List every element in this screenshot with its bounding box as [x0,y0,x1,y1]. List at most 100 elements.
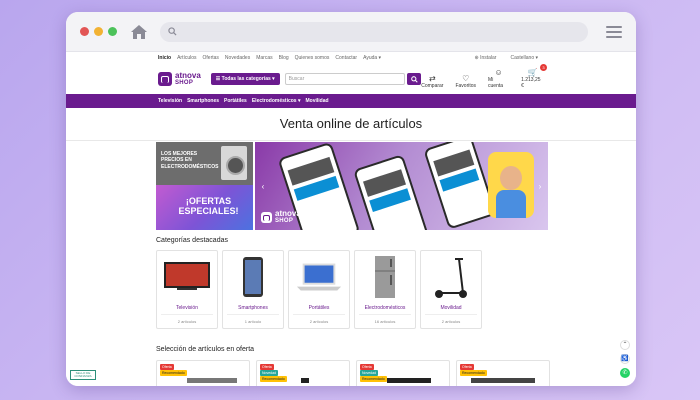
search-icon [168,27,177,36]
smartphone-image [229,255,277,299]
category-name: Movilidad [440,305,462,311]
category-name: Televisión [176,305,198,311]
nav-link-blog[interactable]: Blog [279,55,289,61]
nav-link-quienes-somos[interactable]: Quienes somos [295,55,330,61]
category-card-electrodomesticos[interactable]: Electrodomésticos 16 artículos [354,250,416,329]
favorites-label: Favoritos [455,83,477,89]
hamburger-icon[interactable] [606,23,622,41]
washing-machine-image [221,146,247,180]
logo-icon [158,72,172,86]
category-card-television[interactable]: Televisión 2 artículos [156,250,218,329]
phone-image [352,154,430,230]
slider-logo-line1: atnova [275,209,301,218]
category-navbar: Televisión Smartphones Portátiles Electr… [66,94,636,108]
slider-next-arrow[interactable]: › [535,182,545,192]
category-link-electrodomesticos[interactable]: Electrodomésticos ▾ [252,98,301,104]
category-count: 2 artículos [309,319,329,324]
offers-list: Oferta Recomendado Oferta Novedad Recome… [156,360,550,386]
compare-icon: ⇄ [429,74,436,83]
logo-line1: atnova [175,71,201,80]
appliances-banner[interactable]: LOS MEJORES PRECIOS EN ELECTRODOMÉSTICOS [156,142,253,185]
category-card-smartphones[interactable]: Smartphones 1 artículo [222,250,284,329]
category-link-portatiles[interactable]: Portátiles [224,98,247,104]
accessibility-icon[interactable]: ♿ [620,354,630,364]
search-input[interactable]: Buscar [284,73,406,85]
slider-prev-arrow[interactable]: ‹ [258,182,268,192]
maximize-dot[interactable] [108,27,117,36]
minimize-dot[interactable] [94,27,103,36]
top-navigation: Inicio Artículos Ofertas Novedades Marca… [66,52,636,64]
scroll-up-icon[interactable]: ⌃ [620,340,630,350]
nav-link-ayuda[interactable]: Ayuda ▾ [363,55,381,61]
category-count: 2 artículos [177,319,197,324]
page-title: Venta online de artículos [279,116,423,131]
slider-logo-line2: SHOP [275,218,294,224]
search-icon [410,75,418,83]
tv-image [163,255,211,299]
fridge-image [361,255,409,299]
offer-card[interactable]: Oferta Novedad Recomendado [256,360,350,386]
compare-label: Comparar [421,83,444,89]
special-offers-banner[interactable]: ¡OFERTAS ESPECIALES! [156,185,253,230]
recommended-tag: Recomendado [260,376,287,382]
offers-section-title: Selección de artículos en oferta [156,346,255,353]
nav-link-marcas[interactable]: Marcas [256,55,272,61]
nav-link-articulos[interactable]: Artículos [177,55,196,61]
scooter-image [427,255,475,299]
account-label: Mi cuenta [488,77,504,89]
heart-icon: ♡ [462,74,470,83]
category-name: Electrodomésticos [364,305,406,311]
offer-card[interactable]: Oferta Novedad Recomendado [356,360,450,386]
recommended-tag: Recomendado [360,376,387,382]
nav-link-inicio[interactable]: Inicio [158,55,171,61]
cart-count-badge: 3 [540,64,547,71]
divider [66,140,636,141]
logo-icon [261,211,272,223]
featured-categories: Televisión 2 artículos Smartphones 1 art… [156,250,482,329]
cart-button[interactable]: 🛒 3 1.213,25 € [521,64,547,89]
recommended-tag: Recomendado [160,370,187,376]
category-name: Smartphones [238,305,268,311]
close-dot[interactable] [80,27,89,36]
favorites-button[interactable]: ♡ Favoritos [455,74,477,90]
slider-logo: atnova SHOP [261,210,301,224]
offer-card[interactable]: Oferta Recomendado [156,360,250,386]
recommended-tag: Recomendado [460,370,487,376]
search-button[interactable] [407,73,422,85]
cart-total: 1.213,25 € [521,77,541,89]
whatsapp-icon[interactable]: ✆ [620,368,630,378]
category-count: 2 artículos [441,319,461,324]
browser-window: Inicio Artículos Ofertas Novedades Marca… [66,12,636,386]
special-offers-text: ¡OFERTAS ESPECIALES! [178,196,239,217]
category-count: 1 artículo [244,319,262,324]
category-link-television[interactable]: Televisión [158,98,182,104]
category-link-movilidad[interactable]: Movilidad [305,98,328,104]
language-selector[interactable]: Castellano ▾ [510,55,538,61]
category-card-movilidad[interactable]: Movilidad 2 artículos [420,250,482,329]
url-bar[interactable] [160,21,588,42]
appliances-banner-text: LOS MEJORES PRECIOS EN ELECTRODOMÉSTICOS [161,151,219,170]
nav-link-contactar[interactable]: Contactar [335,55,357,61]
category-link-smartphones[interactable]: Smartphones [187,98,219,104]
phone-image [423,142,497,230]
compare-button[interactable]: ⇄ Comparar [421,74,444,90]
home-icon[interactable] [130,24,148,40]
site-logo[interactable]: atnova SHOP [158,72,201,86]
site-header: atnova SHOP ☰ Todas las categorías ▾ Bus… [66,64,636,94]
hero-slider[interactable]: ‹ › atnova SHOP [255,142,548,230]
trust-badge[interactable]: SELLO DE CONFIANZA [70,370,96,380]
featured-categories-title: Categorías destacadas [156,237,228,244]
all-categories-button[interactable]: ☰ Todas las categorías ▾ [210,73,280,85]
nav-link-ofertas[interactable]: Ofertas [203,55,219,61]
floating-buttons: ⌃ ♿ ✆ [620,340,630,378]
category-name: Portátiles [308,305,330,311]
offer-card[interactable]: Oferta Recomendado [456,360,550,386]
browser-toolbar [66,12,636,52]
nav-link-novedades[interactable]: Novedades [225,55,250,61]
laptop-image [295,255,343,299]
account-button[interactable]: ☺ Mi cuenta [488,68,509,90]
user-icon: ☺ [494,68,503,77]
category-card-portatiles[interactable]: Portátiles 2 artículos [288,250,350,329]
cart-icon: 🛒 [527,68,538,77]
install-link[interactable]: ⊕ Instalar [474,55,496,61]
